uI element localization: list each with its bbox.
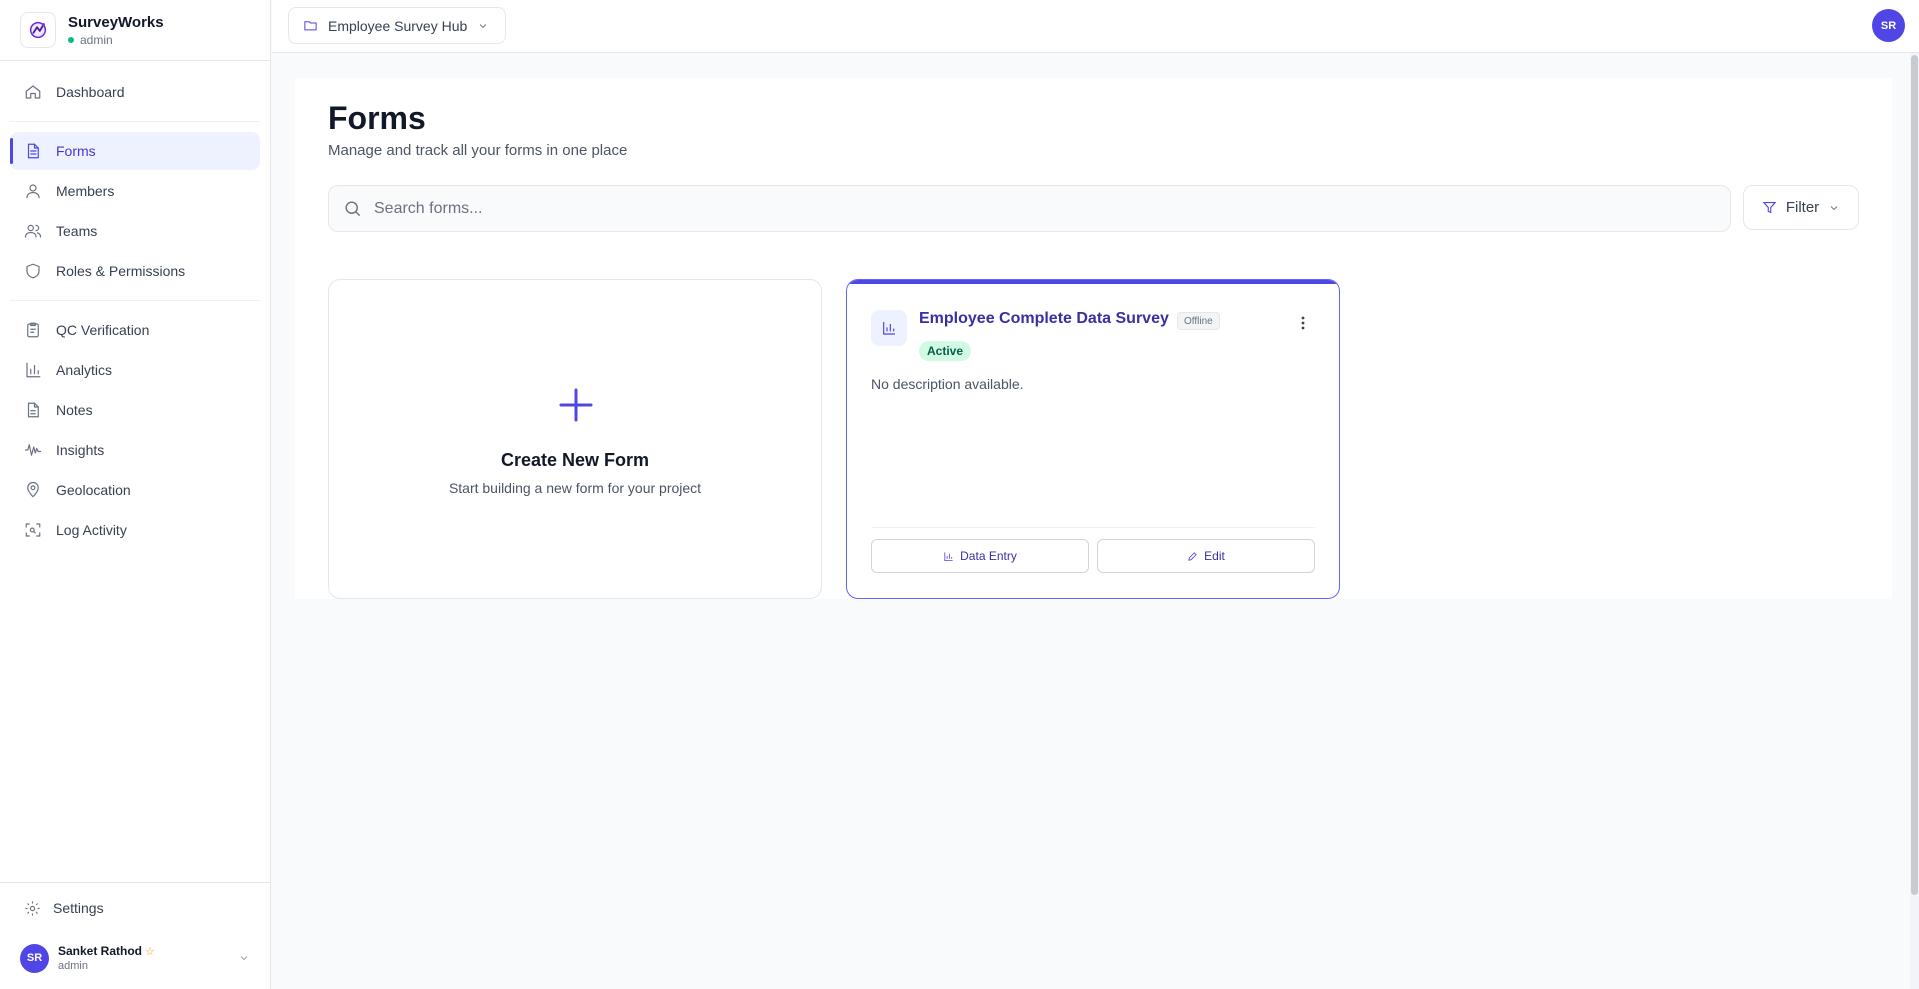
filter-icon [1762, 201, 1777, 214]
scan-icon [25, 523, 41, 537]
search-input[interactable] [374, 199, 1716, 218]
more-options-icon[interactable] [1301, 316, 1305, 330]
sidebar: SurveyWorks admin Dashboard Forms Member… [0, 0, 271, 989]
plus-icon [559, 388, 593, 422]
user-role: admin [58, 960, 88, 972]
sidebar-item-label: Analytics [56, 362, 113, 378]
folder-icon [304, 21, 317, 31]
filter-label: Filter [1785, 199, 1820, 216]
shield-icon [26, 263, 40, 279]
online-status-dot [68, 36, 74, 43]
note-icon [27, 402, 39, 418]
sidebar-item-log-activity[interactable]: Log Activity [10, 511, 260, 549]
brand-role: admin [80, 32, 113, 47]
nav-group-data: QC Verification Analytics Notes Insights… [10, 311, 260, 559]
sidebar-item-label: Geolocation [56, 482, 131, 498]
user-icon [26, 184, 40, 199]
top-bar: Employee Survey Hub SR [272, 0, 1919, 53]
sidebar-item-label: QC Verification [56, 322, 150, 338]
card-divider [871, 527, 1315, 528]
pencil-icon [1188, 551, 1197, 561]
sidebar-item-forms[interactable]: Forms [10, 132, 260, 170]
users-icon [24, 224, 42, 238]
sidebar-item-label: Log Activity [56, 522, 127, 538]
forms-page: Forms Manage and track all your forms in… [295, 78, 1892, 599]
offline-badge: Offline [1177, 312, 1220, 330]
brand-header[interactable]: SurveyWorks admin [0, 0, 270, 61]
page-subtitle: Manage and track all your forms in one p… [328, 142, 628, 159]
nav-group-main: Dashboard [10, 73, 260, 122]
data-entry-button[interactable]: Data Entry [871, 539, 1089, 573]
sidebar-item-label: Insights [56, 442, 105, 458]
project-switcher[interactable]: Employee Survey Hub [288, 7, 507, 44]
create-form-title: Create New Form [500, 450, 650, 470]
data-entry-label: Data Entry [960, 549, 1017, 563]
status-badge: Active [919, 341, 972, 361]
home-icon [25, 85, 41, 99]
card-accent-bar [847, 280, 1339, 284]
sidebar-item-insights[interactable]: Insights [10, 431, 260, 469]
settings-label: Settings [53, 900, 104, 916]
create-form-subtitle: Start building a new form for your proje… [448, 480, 702, 496]
form-title[interactable]: Employee Complete Data Survey [919, 310, 1169, 328]
star-icon: ☆ [145, 946, 155, 958]
sidebar-item-members[interactable]: Members [10, 172, 260, 210]
map-pin-icon [27, 481, 39, 498]
bar-chart-icon [944, 551, 953, 561]
sidebar-item-label: Members [56, 183, 115, 199]
sidebar-footer: Settings SR Sanket Rathod ☆ admin [0, 882, 270, 989]
sidebar-item-label: Forms [56, 143, 96, 159]
avatar: SR [20, 943, 49, 973]
sidebar-item-label: Teams [56, 223, 98, 239]
project-name: Employee Survey Hub [328, 17, 468, 34]
sidebar-nav: Dashboard Forms Members Teams Roles & Pe… [0, 61, 270, 579]
sidebar-item-roles-permissions[interactable]: Roles & Permissions [10, 252, 260, 290]
bar-chart-icon [26, 362, 41, 378]
chevron-down-icon [1830, 205, 1838, 210]
page-title: Forms [328, 100, 426, 136]
bar-chart-icon [883, 322, 895, 335]
sidebar-item-analytics[interactable]: Analytics [10, 351, 260, 389]
sidebar-item-label: Dashboard [56, 84, 125, 100]
search-bar [328, 185, 1731, 232]
gear-icon [25, 900, 40, 916]
clipboard-check-icon [27, 322, 39, 338]
sidebar-item-label: Notes [56, 402, 93, 418]
sidebar-item-dashboard[interactable]: Dashboard [10, 73, 260, 111]
scrollbar-thumb[interactable] [1911, 55, 1918, 895]
edit-button[interactable]: Edit [1097, 539, 1315, 573]
waveform-icon [24, 444, 42, 456]
edit-label: Edit [1204, 549, 1225, 563]
form-description: No description available. [871, 376, 1024, 392]
chevron-down-icon [479, 23, 487, 28]
user-name: Sanket Rathod [58, 944, 143, 958]
create-form-card[interactable]: Create New Form Start building a new for… [328, 279, 822, 599]
chevron-down-icon[interactable] [238, 952, 250, 964]
sidebar-item-settings[interactable]: Settings [0, 883, 270, 933]
search-icon [345, 201, 361, 217]
form-card[interactable]: Employee Complete Data Survey Offline Ac… [846, 279, 1340, 599]
document-icon [27, 143, 39, 159]
form-type-badge [871, 310, 907, 346]
avatar[interactable]: SR [1872, 9, 1905, 42]
filter-button[interactable]: Filter [1743, 185, 1859, 230]
sidebar-item-teams[interactable]: Teams [10, 212, 260, 250]
app-logo [20, 12, 56, 48]
sidebar-item-qc-verification[interactable]: QC Verification [10, 311, 260, 349]
scrollbar[interactable] [1910, 53, 1919, 989]
user-menu[interactable]: SR Sanket Rathod ☆ admin [0, 933, 270, 983]
sidebar-item-notes[interactable]: Notes [10, 391, 260, 429]
sidebar-item-label: Roles & Permissions [56, 263, 186, 279]
nav-group-management: Forms Members Teams Roles & Permissions [10, 132, 260, 301]
sidebar-item-geolocation[interactable]: Geolocation [10, 471, 260, 509]
brand-name: SurveyWorks [68, 13, 164, 31]
